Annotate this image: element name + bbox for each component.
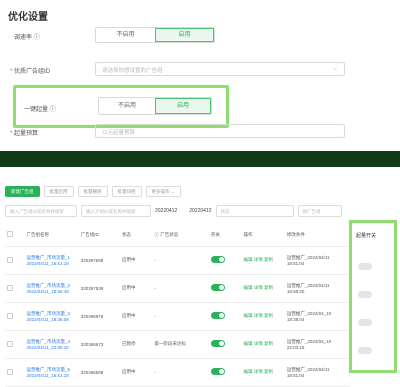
- row-ad-status: -: [152, 274, 209, 303]
- more-actions-button[interactable]: 更多操作 ⌄: [145, 186, 181, 197]
- batch-boost-toggle[interactable]: [358, 291, 372, 298]
- row-time: 18:51:04: [286, 372, 305, 378]
- row-checkbox[interactable]: [7, 340, 13, 347]
- status-select[interactable]: 状态: [215, 205, 294, 217]
- ad-group-table: 广告组名称 广告组ID 状态 ⓘ 广告状态 开关 操作 修改条件 运营推广_市场…: [5, 224, 350, 387]
- batch-archive-button[interactable]: 批量归档: [111, 186, 142, 197]
- row-status: 启用中: [119, 358, 153, 387]
- row-date: 2022/04/11_16:51:18: [26, 372, 69, 378]
- ad-group-placeholder: 请选择你想设置的广告组: [102, 68, 163, 74]
- table-header-row: 广告组名称 广告组ID 状态 ⓘ 广告状态 开关 操作 修改条件: [5, 224, 350, 247]
- table-row: 运营推广_市场流量_4 2022/04/11_22:05:10 330365673…: [5, 330, 350, 359]
- optimization-settings-panel: 优化设置 调速率 ⓘ 不启用 启用 * 优质广告组ID 请选择你想设置的广告组 …: [0, 0, 400, 150]
- select-all-checkbox[interactable]: [7, 231, 13, 238]
- row-date: 2022/04/11_18:56:48: [26, 288, 69, 294]
- row1-label: 调速率 ⓘ: [14, 35, 40, 41]
- row-actions[interactable]: 编辑 详情 复制: [241, 330, 285, 359]
- batch-boost-title: 起量开关: [356, 233, 377, 239]
- row2-label: * 优质广告组ID: [10, 69, 51, 75]
- boost-option-off[interactable]: 不启用: [99, 98, 155, 114]
- row-ad-status: -: [152, 358, 209, 387]
- col-ad-status: ⓘ 广告状态: [152, 224, 209, 247]
- row3-label: 一键起量 ⓘ: [24, 107, 56, 113]
- col-actions: 操作: [241, 224, 285, 247]
- col-name: 广告组名称: [24, 224, 79, 247]
- row-date: 2022/04/11_18:36:08: [26, 316, 69, 322]
- row-ad-status: -: [152, 246, 209, 275]
- row-id: 330365588: [78, 358, 120, 387]
- boost-option-on[interactable]: 启用: [154, 98, 211, 114]
- col-status: 状态: [119, 224, 153, 247]
- col-id: 广告组ID: [78, 224, 120, 247]
- section-title: 优化设置: [8, 12, 48, 23]
- filter-bar: 输入广告组ID或名称并搜索 输入计划ID或名称并搜索 20220412 2022…: [5, 205, 342, 217]
- row1-toggle: 不启用 启用: [95, 27, 215, 43]
- row-switch[interactable]: [210, 256, 225, 263]
- row-date: 2022/04/11_16:51:18: [26, 260, 69, 266]
- row-status: 启用中: [119, 274, 153, 303]
- row-actions[interactable]: 编辑 详情 复制: [241, 246, 285, 275]
- row-switch[interactable]: [210, 284, 225, 291]
- row-checkbox[interactable]: [7, 312, 13, 319]
- one-click-boost-toggle: 不启用 启用: [98, 97, 212, 115]
- plan-search-input[interactable]: 输入计划ID或名称并搜索: [81, 205, 151, 217]
- boost-budget-placeholder: 以元起量预算: [102, 130, 136, 136]
- row1-option-off[interactable]: 不启用: [96, 28, 155, 42]
- batch-delete-button[interactable]: 批量删除: [77, 186, 108, 197]
- row-status: 启用中: [119, 246, 153, 275]
- row-status: 已暂停: [119, 330, 153, 359]
- row-actions[interactable]: 编辑 详情 复制: [241, 302, 285, 331]
- table-row: 运营推广_市场流量_2 2022/04/11_18:56:48 330397539…: [5, 274, 350, 303]
- table-row: 运营推广_市场流量_5 2022/04/11_16:51:18 330365588…: [5, 358, 350, 387]
- row-id: 330397598: [78, 246, 120, 275]
- divider-band: [0, 151, 400, 167]
- ad-group-filter[interactable]: 搜广告组: [297, 205, 342, 217]
- row-id: 330365673: [78, 330, 120, 359]
- row-time: 22:03:19: [286, 344, 305, 350]
- batch-boost-toggle[interactable]: [358, 347, 372, 354]
- row-switch[interactable]: [210, 312, 225, 319]
- row-id: 330397539: [78, 274, 120, 303]
- create-ad-group-button[interactable]: 新建广告组: [5, 186, 40, 197]
- row-checkbox[interactable]: [7, 368, 13, 375]
- col-conditions: 修改条件: [284, 224, 350, 247]
- row-status: 启用中: [119, 302, 153, 331]
- row-time: 18:51:04: [286, 260, 305, 266]
- ad-group-search-input[interactable]: 输入广告组ID或名称并搜索: [5, 205, 77, 217]
- row-time: 18:38:04: [286, 316, 305, 322]
- row1-option-on[interactable]: 启用: [154, 28, 214, 42]
- table-row: 运营推广_市场流量_1 2022/04/11_16:51:18 330397598…: [5, 246, 350, 275]
- batch-enable-button[interactable]: 批量启用: [43, 186, 74, 197]
- date-from[interactable]: 20220412: [155, 208, 177, 214]
- date-to[interactable]: 20220412: [189, 208, 211, 214]
- row-checkbox[interactable]: [7, 284, 13, 291]
- row4-label: * 起量预算: [10, 131, 39, 137]
- col-switch: 开关: [208, 224, 242, 247]
- row-switch[interactable]: [210, 368, 225, 375]
- row-time: 18:56:20: [286, 288, 305, 294]
- ad-group-select[interactable]: 请选择你想设置的广告组 ⌄: [95, 62, 345, 76]
- row-actions[interactable]: 编辑 详情 复制: [241, 274, 285, 303]
- batch-boost-column: [349, 220, 397, 373]
- row-ad-status: -: [152, 302, 209, 331]
- row-switch[interactable]: [210, 340, 225, 347]
- row-id: 330396978: [78, 302, 120, 331]
- batch-boost-toggle[interactable]: [358, 319, 372, 326]
- row-checkbox[interactable]: [7, 256, 13, 263]
- row-ad-status: 第一阶段未达标: [152, 330, 209, 359]
- batch-boost-toggle[interactable]: [358, 263, 372, 270]
- row-actions[interactable]: 编辑 详情 复制: [241, 358, 285, 387]
- row-date: 2022/04/11_22:05:10: [26, 344, 69, 350]
- boost-budget-input[interactable]: 以元起量预算: [95, 124, 345, 138]
- table-row: 运营推广_市场流量_3 2022/04/11_18:36:08 330396978…: [5, 302, 350, 331]
- list-toolbar: 新建广告组 批量启用 批量删除 批量归档 更多操作 ⌄: [5, 186, 181, 197]
- chevron-down-icon: ⌄: [332, 66, 338, 72]
